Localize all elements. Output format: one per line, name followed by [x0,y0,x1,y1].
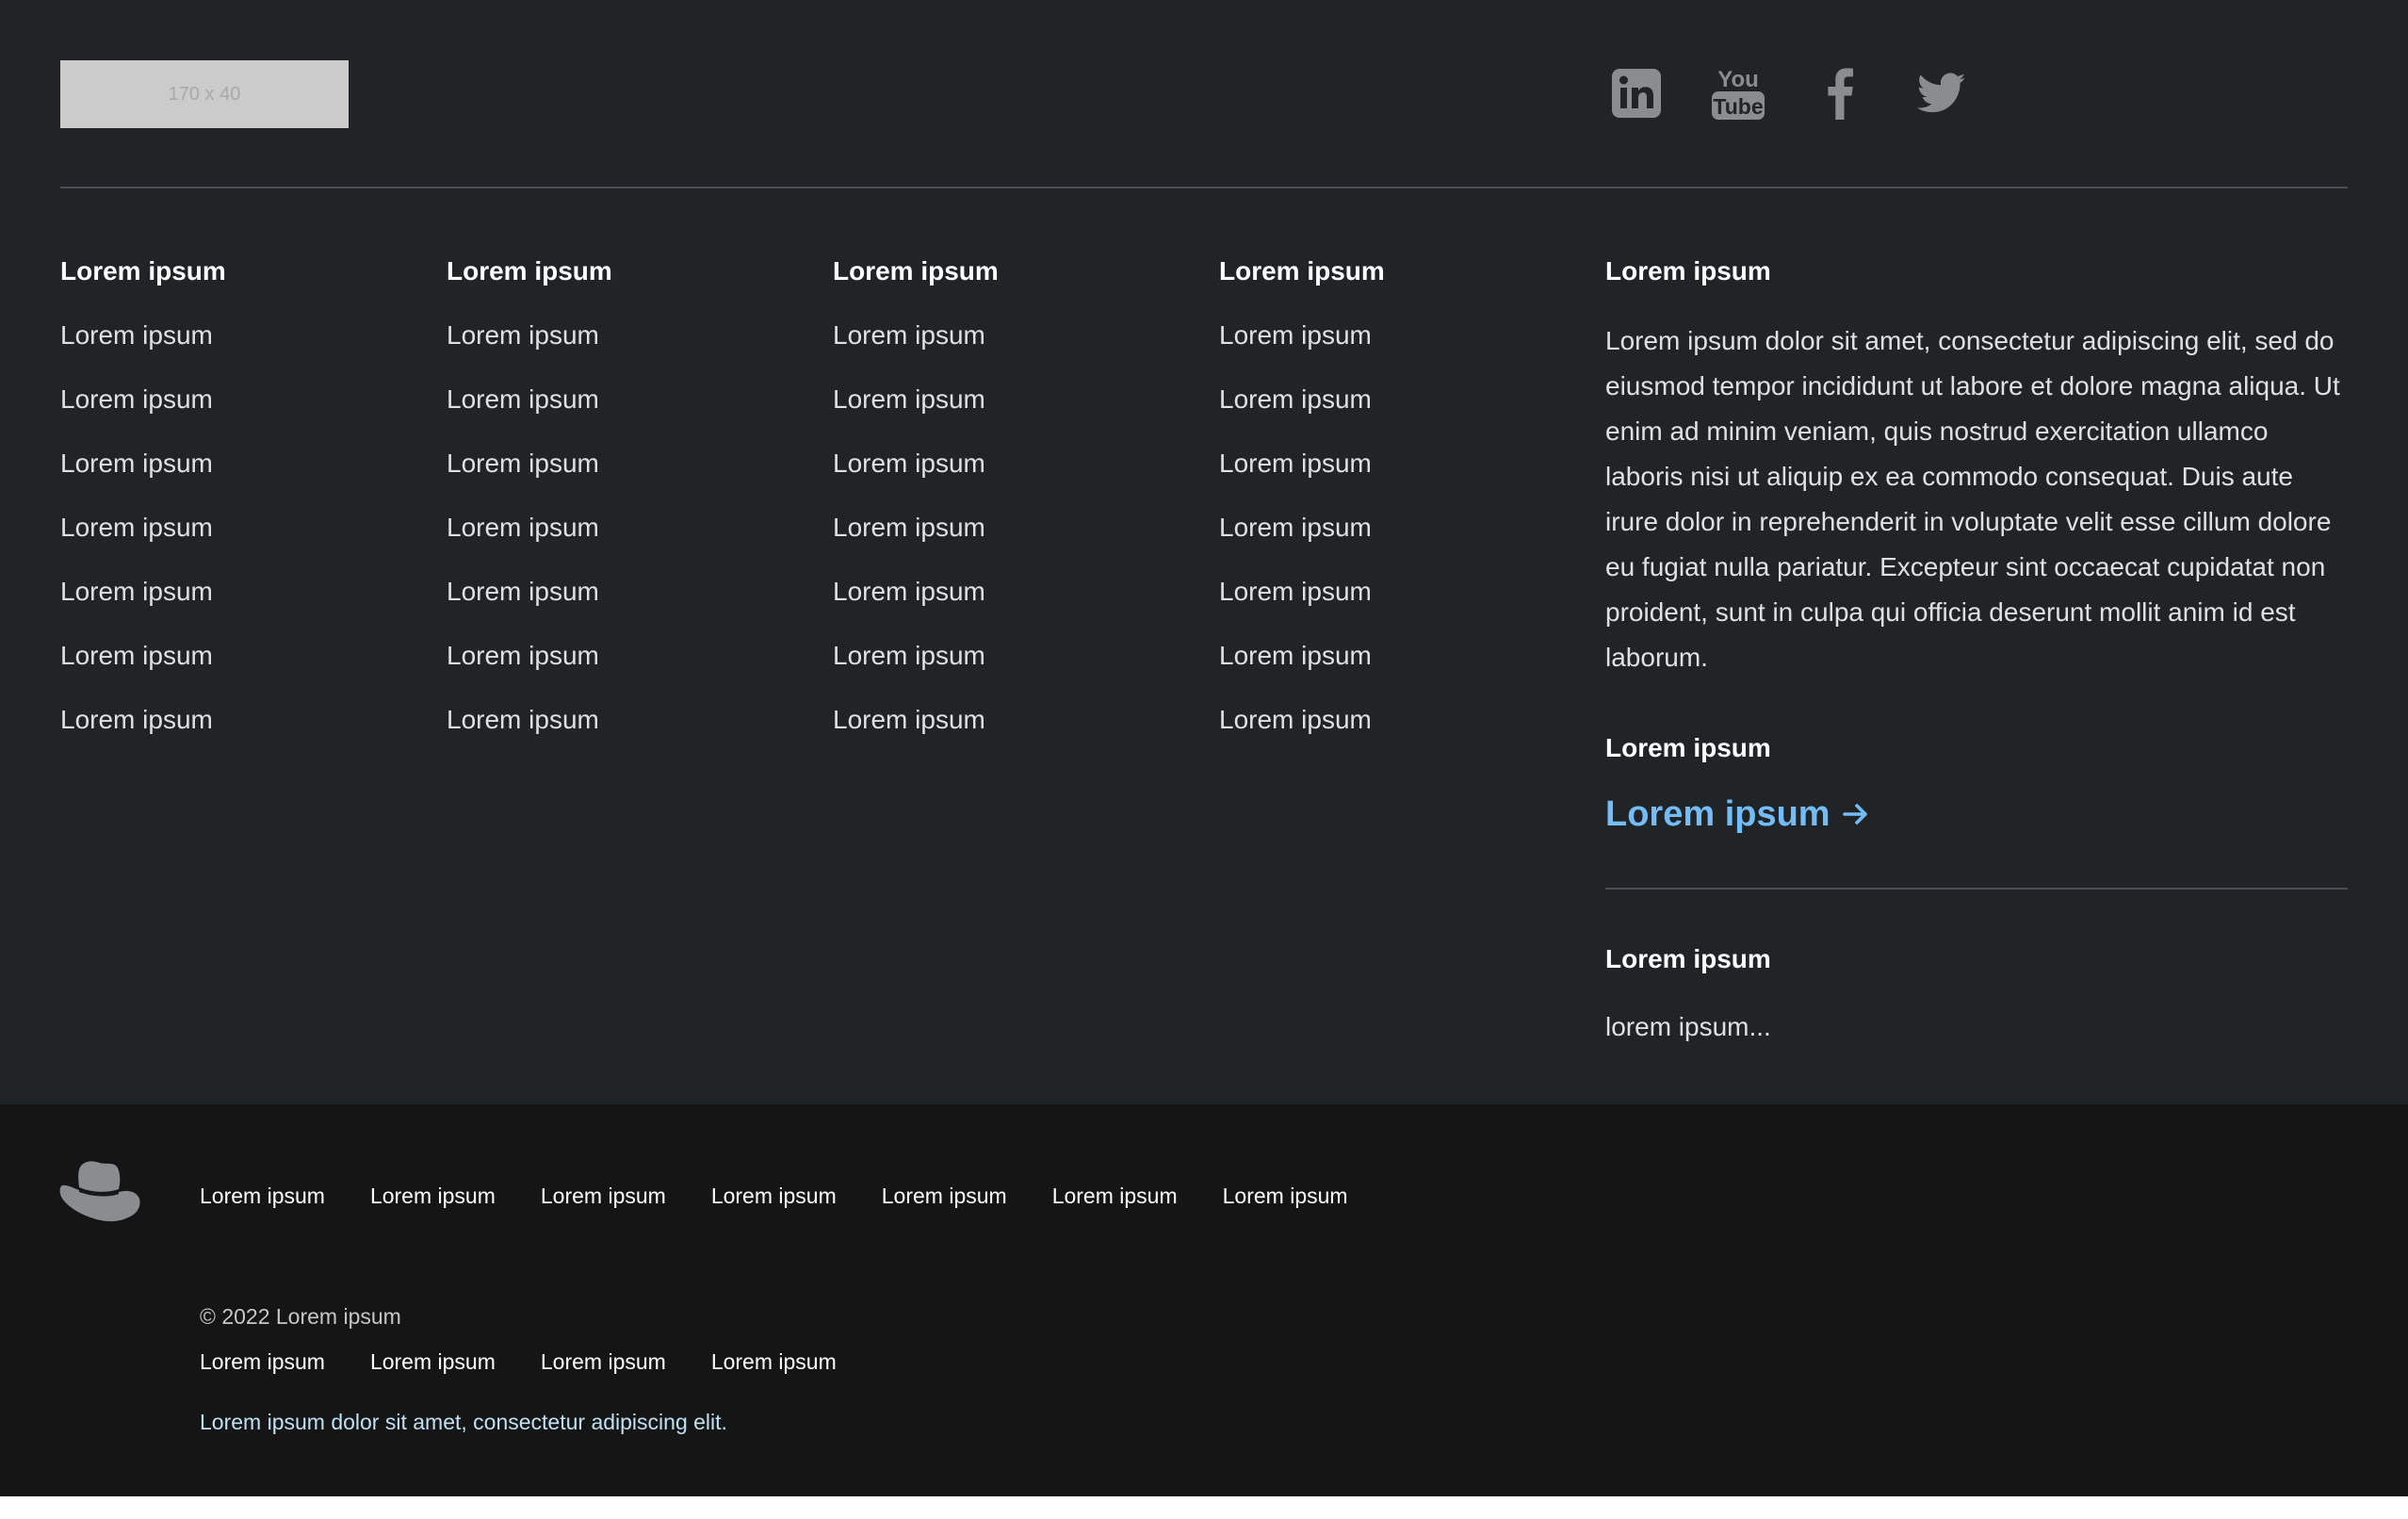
cta-heading: Lorem ipsum [1605,733,1771,762]
bottom-nav-link[interactable]: Lorem ipsum [882,1182,1007,1210]
hat-logo-icon [59,1161,140,1222]
about-section: Lorem ipsum Lorem ipsum dolor sit amet, … [1605,254,2350,1044]
column-links: Lorem ipsum Lorem ipsum Lorem ipsum Lore… [833,318,1191,737]
column-link[interactable]: Lorem ipsum [60,511,418,545]
twitter-icon [1917,73,1966,113]
bottom-nav-link[interactable]: Lorem ipsum [1052,1182,1178,1210]
footer-primary: 170 x 40 You Tube Lorem ipsum Lorem ipsu… [0,0,2408,1104]
column-heading: Lorem ipsum [1219,256,1385,286]
bottom-nav-link[interactable]: Lorem ipsum [1223,1182,1348,1210]
column-link[interactable]: Lorem ipsum [833,318,1191,352]
column-link[interactable]: Lorem ipsum [60,447,418,481]
column-link[interactable]: Lorem ipsum [833,383,1191,416]
column-link[interactable]: Lorem ipsum [447,703,805,737]
column-link[interactable]: Lorem ipsum [833,575,1191,609]
column-link[interactable]: Lorem ipsum [60,318,418,352]
legal-link[interactable]: Lorem ipsum [370,1348,496,1376]
legal-link[interactable]: Lorem ipsum [541,1348,666,1376]
column-link[interactable]: Lorem ipsum [833,639,1191,673]
column-links: Lorem ipsum Lorem ipsum Lorem ipsum Lore… [60,318,418,737]
status-heading: Lorem ipsum [1605,944,1771,973]
column-link[interactable]: Lorem ipsum [447,575,805,609]
bottom-nav: Lorem ipsum Lorem ipsum Lorem ipsum Lore… [200,1182,1393,1210]
twitter-link[interactable] [1907,58,1977,128]
tagline-link[interactable]: Lorem ipsum dolor sit amet, consectetur … [200,1408,727,1436]
column-links: Lorem ipsum Lorem ipsum Lorem ipsum Lore… [447,318,805,737]
column-link[interactable]: Lorem ipsum [1219,575,1577,609]
column-link[interactable]: Lorem ipsum [1219,447,1577,481]
column-heading: Lorem ipsum [447,256,612,286]
legal-nav: Lorem ipsum Lorem ipsum Lorem ipsum Lore… [200,1348,882,1376]
column-link[interactable]: Lorem ipsum [1219,639,1577,673]
column-heading: Lorem ipsum [833,256,999,286]
youtube-link[interactable]: You Tube [1703,58,1773,128]
column-link[interactable]: Lorem ipsum [1219,511,1577,545]
column-link[interactable]: Lorem ipsum [1219,318,1577,352]
about-divider [1605,888,2348,890]
link-column-4: Lorem ipsum Lorem ipsum Lorem ipsum Lore… [1219,254,1577,737]
column-links: Lorem ipsum Lorem ipsum Lorem ipsum Lore… [1219,318,1577,737]
column-link[interactable]: Lorem ipsum [60,383,418,416]
facebook-icon [1828,68,1853,120]
about-heading: Lorem ipsum [1605,256,1771,286]
copyright: © 2022 Lorem ipsum [200,1304,401,1329]
bottom-nav-link[interactable]: Lorem ipsum [370,1182,496,1210]
link-column-3: Lorem ipsum Lorem ipsum Lorem ipsum Lore… [833,254,1191,737]
cta-link[interactable]: Lorem ipsum [1605,792,1870,837]
column-link[interactable]: Lorem ipsum [447,511,805,545]
legal-link[interactable]: Lorem ipsum [200,1348,325,1376]
bottom-nav-link[interactable]: Lorem ipsum [711,1182,837,1210]
column-link[interactable]: Lorem ipsum [60,575,418,609]
link-column-1: Lorem ipsum Lorem ipsum Lorem ipsum Lore… [60,254,418,737]
column-link[interactable]: Lorem ipsum [447,383,805,416]
footer-secondary: Lorem ipsum Lorem ipsum Lorem ipsum Lore… [0,1104,2408,1496]
youtube-icon: You Tube [1712,67,1765,120]
logo-placeholder[interactable]: 170 x 40 [60,60,349,128]
column-link[interactable]: Lorem ipsum [60,639,418,673]
column-link[interactable]: Lorem ipsum [447,447,805,481]
column-link[interactable]: Lorem ipsum [447,318,805,352]
social-links: You Tube [1602,58,2009,128]
column-link[interactable]: Lorem ipsum [60,703,418,737]
linkedin-link[interactable] [1602,58,1671,128]
column-link[interactable]: Lorem ipsum [833,511,1191,545]
column-link[interactable]: Lorem ipsum [833,703,1191,737]
bottom-nav-link[interactable]: Lorem ipsum [200,1182,325,1210]
column-link[interactable]: Lorem ipsum [1219,703,1577,737]
youtube-icon-bottom: Tube [1713,94,1763,119]
arrow-right-icon [1842,804,1867,825]
footer-divider [60,187,2348,188]
linkedin-icon [1612,69,1661,118]
about-text: Lorem ipsum dolor sit amet, consectetur … [1605,326,2340,672]
bottom-nav-link[interactable]: Lorem ipsum [541,1182,666,1210]
logo-placeholder-label: 170 x 40 [168,83,241,105]
cta-label: Lorem ipsum [1605,794,1830,834]
column-link[interactable]: Lorem ipsum [447,639,805,673]
column-link[interactable]: Lorem ipsum [833,447,1191,481]
facebook-link[interactable] [1805,58,1875,128]
link-column-2: Lorem ipsum Lorem ipsum Lorem ipsum Lore… [447,254,805,737]
status-text: lorem ipsum... [1605,1012,1771,1041]
hat-logo-link[interactable] [58,1157,141,1228]
column-heading: Lorem ipsum [60,256,226,286]
youtube-icon-top: You [1717,67,1759,92]
legal-link[interactable]: Lorem ipsum [711,1348,837,1376]
column-link[interactable]: Lorem ipsum [1219,383,1577,416]
